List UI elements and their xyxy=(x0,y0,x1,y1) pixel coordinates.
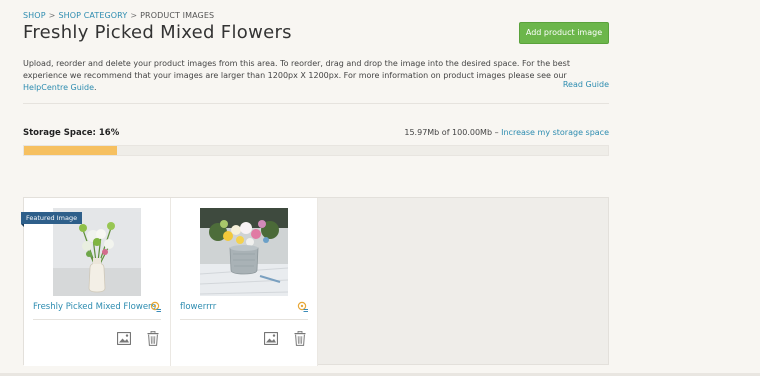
settings-badge-icon xyxy=(150,301,162,313)
breadcrumb-separator: > xyxy=(130,11,138,20)
image-icon[interactable] xyxy=(117,332,131,345)
storage-progress-fill xyxy=(24,146,118,155)
image-grid: Featured Image Freshly Picked Mixed Flow… xyxy=(21,197,609,366)
card-divider xyxy=(33,319,161,320)
divider xyxy=(23,103,609,104)
breadcrumb-current: PRODUCT IMAGES xyxy=(140,11,215,20)
settings-badge-icon xyxy=(297,301,309,313)
page-title: Freshly Picked Mixed Flowers xyxy=(23,22,292,43)
featured-image-badge: Featured Image xyxy=(21,212,83,227)
storage-usage-text: 15.97Mb of 100.00Mb – xyxy=(404,128,502,137)
image-name-link[interactable]: flowerrrr xyxy=(180,302,216,312)
image-card[interactable]: Featured Image Freshly Picked Mixed Flow… xyxy=(21,198,171,366)
image-name-link[interactable]: Freshly Picked Mixed Flowers xyxy=(33,302,156,312)
trash-icon[interactable] xyxy=(294,331,306,346)
storage-label: Storage Space: 16% xyxy=(23,128,120,138)
helpcentre-guide-link[interactable]: HelpCentre Guide xyxy=(23,83,94,92)
read-guide-link[interactable]: Read Guide xyxy=(563,80,609,89)
storage-progress-bar xyxy=(23,145,609,156)
breadcrumb: SHOP > SHOP CATEGORY > PRODUCT IMAGES xyxy=(23,11,214,20)
breadcrumb-shop-category[interactable]: SHOP CATEGORY xyxy=(58,11,127,20)
add-product-image-button[interactable]: Add product image xyxy=(519,22,609,44)
trash-icon[interactable] xyxy=(147,331,159,346)
description-text: Upload, reorder and delete your product … xyxy=(23,59,570,80)
description-end: . xyxy=(94,83,97,92)
product-image-thumbnail[interactable] xyxy=(200,208,288,296)
page-description: Upload, reorder and delete your product … xyxy=(23,58,609,94)
image-icon[interactable] xyxy=(264,332,278,345)
breadcrumb-shop[interactable]: SHOP xyxy=(23,11,46,20)
image-card[interactable]: flowerrrr xyxy=(171,198,318,366)
card-divider xyxy=(180,319,308,320)
breadcrumb-separator: > xyxy=(48,11,56,20)
increase-storage-link[interactable]: Increase my storage space xyxy=(501,128,609,137)
storage-usage: 15.97Mb of 100.00Mb – Increase my storag… xyxy=(404,128,609,137)
